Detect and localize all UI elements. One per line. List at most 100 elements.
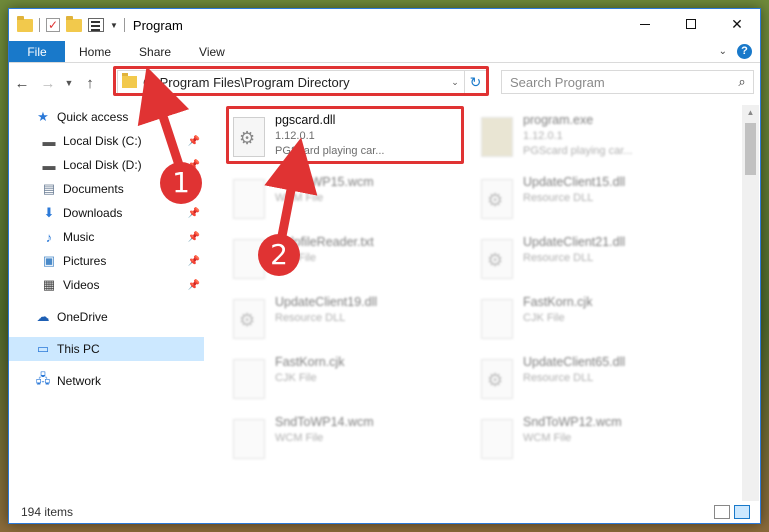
list-item[interactable]: SndToWP14.wcm WCM File xyxy=(227,413,467,469)
up-button[interactable]: ↑ xyxy=(77,75,103,92)
file-icon xyxy=(233,419,265,459)
vertical-scrollbar[interactable]: ▲ xyxy=(742,105,759,501)
sidebar-item-quick-access[interactable]: ★ Quick access xyxy=(9,105,204,129)
file-list: ⚙ pgscard.dll 1.12.0.1 PGScard playing c… xyxy=(205,105,741,501)
list-item[interactable]: program.exe 1.12.0.1 PGScard playing car… xyxy=(475,111,715,167)
customize-toolbar-icon[interactable]: ▼ xyxy=(110,21,118,30)
file-icon xyxy=(233,359,265,399)
minimize-icon xyxy=(640,23,650,25)
sidebar-item-label: Videos xyxy=(63,278,100,292)
file-name: UpdateClient19.dll xyxy=(275,295,378,309)
close-button[interactable]: ✕ xyxy=(714,9,760,39)
file-icon xyxy=(481,419,513,459)
sidebar-item-label: Music xyxy=(63,230,95,244)
list-item[interactable]: SndToWP12.wcm WCM File xyxy=(475,413,715,469)
search-box[interactable]: Search Program ⌕ xyxy=(501,70,754,94)
search-input[interactable]: Search Program xyxy=(510,75,731,90)
music-icon: ♪ xyxy=(45,229,53,245)
file-type: Resource DLL xyxy=(275,312,346,324)
gear-icon: ⚙ xyxy=(487,370,504,390)
sidebar-item-label: Local Disk (D:) xyxy=(63,158,142,172)
list-item[interactable]: SndToWP15.wcm WCM File xyxy=(227,173,467,229)
file-version: 1.12.0.1 xyxy=(523,130,563,142)
forward-button[interactable]: → xyxy=(35,75,61,92)
recent-locations-button[interactable]: ▼ xyxy=(61,78,77,88)
file-description: PGScard playing car... xyxy=(523,145,633,157)
sidebar-item-label: Documents xyxy=(63,182,124,196)
help-icon[interactable]: ? xyxy=(737,44,752,59)
sidebar-item-label: Network xyxy=(57,374,102,388)
tab-file[interactable]: File xyxy=(9,41,65,62)
file-highlight-box xyxy=(226,106,464,164)
list-item[interactable]: ⚙ UpdateClient15.dll Resource DLL xyxy=(475,173,715,229)
maximize-button[interactable] xyxy=(668,9,714,39)
file-type: WCM File xyxy=(275,192,324,204)
list-item[interactable]: ⚙ UpdateClient21.dll Resource DLL xyxy=(475,233,715,289)
sidebar-item-label: Downloads xyxy=(63,206,123,220)
sidebar-item-music[interactable]: ♪ Music 📌 xyxy=(9,225,204,249)
sidebar-item-label: Pictures xyxy=(63,254,107,268)
scrollbar-thumb[interactable] xyxy=(745,123,756,175)
file-name: FastKorn.cjk xyxy=(523,295,593,309)
pin-icon[interactable]: 📌 xyxy=(188,280,200,291)
pin-icon[interactable]: 📌 xyxy=(188,136,200,147)
file-name: SndToWP14.wcm xyxy=(275,415,374,429)
sidebar-item-label: Quick access xyxy=(57,110,129,124)
file-type: WCM File xyxy=(275,432,324,444)
large-icons-view-icon[interactable] xyxy=(734,505,750,519)
sidebar-item-network[interactable]: 🖧 Network xyxy=(9,369,204,393)
tab-view[interactable]: View xyxy=(185,41,239,62)
step-1-badge: 1 xyxy=(160,162,202,204)
close-icon: ✕ xyxy=(731,15,743,32)
folder-icon xyxy=(17,15,33,32)
list-item[interactable]: ⚙ UpdateClient19.dll Resource DLL xyxy=(227,293,467,349)
new-folder-icon[interactable] xyxy=(66,15,82,32)
tab-home[interactable]: Home xyxy=(65,41,125,62)
checkmark-icon[interactable]: ✓ xyxy=(46,18,60,32)
maximize-icon xyxy=(686,19,696,29)
sidebar-item-videos[interactable]: ▦ Videos 📌 xyxy=(9,273,204,297)
address-highlight-box xyxy=(113,66,489,96)
minimize-button[interactable] xyxy=(622,9,668,39)
details-view-icon[interactable] xyxy=(714,505,730,519)
sidebar-item-onedrive[interactable]: ☁ OneDrive xyxy=(9,305,204,329)
pin-icon[interactable]: 📌 xyxy=(188,208,200,219)
expand-ribbon-icon[interactable]: ⌄ xyxy=(719,46,727,57)
step-2-badge: 2 xyxy=(258,234,300,276)
pin-icon[interactable]: 📌 xyxy=(188,232,200,243)
sidebar-item-downloads[interactable]: ⬇ Downloads 📌 xyxy=(9,201,204,225)
status-bar: 194 items xyxy=(9,501,760,523)
exe-file-icon xyxy=(481,117,513,157)
documents-icon: ▤ xyxy=(42,181,56,196)
file-type: CJK File xyxy=(523,312,565,324)
tab-share[interactable]: Share xyxy=(125,41,185,62)
sidebar-item-label: OneDrive xyxy=(57,310,108,324)
pin-icon[interactable]: 📌 xyxy=(188,256,200,267)
list-item[interactable]: FastKorn.cjk CJK File xyxy=(475,293,715,349)
search-icon[interactable]: ⌕ xyxy=(731,74,753,90)
back-button[interactable]: ← xyxy=(9,75,35,92)
sidebar-item-label: This PC xyxy=(57,342,100,356)
properties-icon[interactable] xyxy=(88,18,104,32)
file-name: UpdateClient65.dll xyxy=(523,355,626,369)
file-name: program.exe xyxy=(523,113,594,127)
toolbar-divider xyxy=(39,18,40,32)
dll-file-icon: ⚙ xyxy=(481,179,513,219)
sidebar-item-local-disk-c[interactable]: ▬ Local Disk (C:) 📌 xyxy=(9,129,204,153)
toolbar-divider xyxy=(123,18,125,32)
sidebar-item-this-pc[interactable]: ▭ This PC xyxy=(9,337,204,361)
list-item[interactable]: FastKorn.cjk CJK File xyxy=(227,353,467,409)
sidebar-item-pictures[interactable]: ▣ Pictures 📌 xyxy=(9,249,204,273)
sidebar-item-label: Local Disk (C:) xyxy=(63,134,142,148)
star-icon: ★ xyxy=(37,109,49,124)
file-type: WCM File xyxy=(523,432,572,444)
list-item[interactable]: ⚙ UpdateClient65.dll Resource DLL xyxy=(475,353,715,409)
scroll-up-icon[interactable]: ▲ xyxy=(742,105,759,121)
dll-file-icon: ⚙ xyxy=(233,299,265,339)
window-controls: ✕ xyxy=(622,9,760,39)
dll-file-icon: ⚙ xyxy=(481,359,513,399)
title-bar: ✓ ▼ Program ✕ xyxy=(9,9,760,41)
